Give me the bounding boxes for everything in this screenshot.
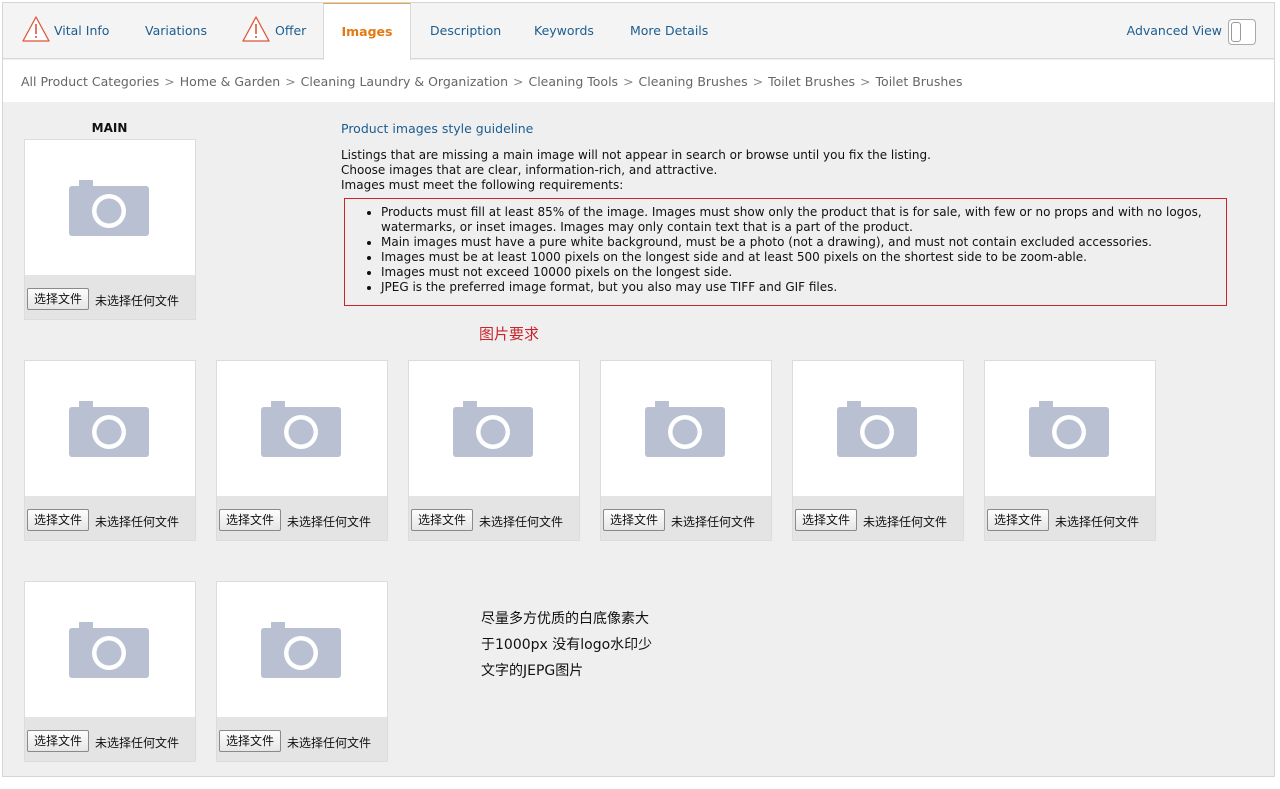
breadcrumb-item[interactable]: Cleaning Brushes xyxy=(639,74,748,89)
file-status-text: 未选择任何文件 xyxy=(1055,515,1140,529)
image-slot: 选择文件 未选择任何文件 xyxy=(216,360,388,541)
choose-file-button[interactable]: 选择文件 xyxy=(219,509,282,531)
requirement-item: Images must be at least 1000 pixels on t… xyxy=(381,250,1221,265)
main-image-slot: 选择文件 未选择任何文件 xyxy=(24,139,196,320)
requirement-item: JPEG is the preferred image format, but … xyxy=(381,280,1221,295)
choose-file-button[interactable]: 选择文件 xyxy=(411,509,474,531)
warning-triangle-icon xyxy=(242,16,270,42)
breadcrumb-item[interactable]: Home & Garden xyxy=(180,74,280,89)
requirements-box: Products must fill at least 85% of the i… xyxy=(344,198,1227,306)
file-status-text: 未选择任何文件 xyxy=(287,515,372,529)
image-slot: 选择文件 未选择任何文件 xyxy=(984,360,1156,541)
image-slot: 选择文件 未选择任何文件 xyxy=(792,360,964,541)
choose-file-button[interactable]: 选择文件 xyxy=(27,509,90,531)
breadcrumb-separator: > xyxy=(860,74,871,89)
image-slot: 选择文件 未选择任何文件 xyxy=(408,360,580,541)
guideline-line: Images must meet the following requireme… xyxy=(341,178,624,192)
image-requirements-annotation: 图片要求 xyxy=(479,325,540,343)
file-status-text: 未选择任何文件 xyxy=(95,736,180,750)
tab-images[interactable]: Images xyxy=(323,3,411,60)
image-preview xyxy=(217,361,387,496)
warning-triangle-icon xyxy=(22,16,50,42)
breadcrumb-item[interactable]: Cleaning Tools xyxy=(528,74,618,89)
file-status-text: 未选择任何文件 xyxy=(671,515,756,529)
tab-keywords[interactable]: Keywords xyxy=(534,3,594,59)
breadcrumb-item[interactable]: Cleaning Laundry & Organization xyxy=(301,74,508,89)
image-slot: 选择文件 未选择任何文件 xyxy=(216,581,388,762)
tab-offer[interactable]: Offer xyxy=(275,3,306,59)
requirements-list: Products must fill at least 85% of the i… xyxy=(381,205,1221,295)
image-preview xyxy=(793,361,963,496)
tab-bar: Vital Info Variations Offer Images Descr… xyxy=(3,3,1274,60)
tab-more-details[interactable]: More Details xyxy=(630,3,708,59)
guideline-line: Listings that are missing a main image w… xyxy=(341,148,931,162)
camera-icon xyxy=(453,401,533,457)
guideline-text: Listings that are missing a main image w… xyxy=(341,148,931,193)
breadcrumb-separator: > xyxy=(752,74,764,89)
camera-icon xyxy=(69,401,149,457)
image-preview xyxy=(25,582,195,717)
listing-editor: Vital Info Variations Offer Images Descr… xyxy=(2,2,1275,777)
tip-line: 尽量多方优质的白底像素大 xyxy=(481,611,649,627)
toggle-knob xyxy=(1231,22,1241,42)
breadcrumb-item: Toilet Brushes xyxy=(875,74,963,89)
file-status-text: 未选择任何文件 xyxy=(287,736,372,750)
file-status-text: 未选择任何文件 xyxy=(95,294,180,308)
breadcrumb-separator: > xyxy=(285,74,296,89)
image-preview xyxy=(25,361,195,496)
style-guideline-link[interactable]: Product images style guideline xyxy=(341,121,533,136)
choose-file-button[interactable]: 选择文件 xyxy=(27,730,90,752)
choose-file-button[interactable]: 选择文件 xyxy=(795,509,858,531)
choose-file-button[interactable]: 选择文件 xyxy=(27,288,90,310)
guideline-line: Choose images that are clear, informatio… xyxy=(341,163,718,177)
camera-icon xyxy=(837,401,917,457)
tip-line: 文字的JEPG图片 xyxy=(481,663,584,679)
image-slot: 选择文件 未选择任何文件 xyxy=(24,581,196,762)
tab-description[interactable]: Description xyxy=(430,3,501,59)
image-preview xyxy=(409,361,579,496)
requirement-item: Products must fill at least 85% of the i… xyxy=(381,205,1221,235)
camera-icon xyxy=(69,180,149,236)
camera-icon xyxy=(1029,401,1109,457)
choose-file-button[interactable]: 选择文件 xyxy=(219,730,282,752)
camera-icon xyxy=(645,401,725,457)
breadcrumb-separator: > xyxy=(513,74,524,89)
image-preview xyxy=(985,361,1155,496)
tip-line: 于1000px 没有logo水印少 xyxy=(481,637,653,653)
file-status-text: 未选择任何文件 xyxy=(479,515,564,529)
requirement-item: Main images must have a pure white backg… xyxy=(381,235,1221,250)
breadcrumb: All Product Categories > Home & Garden > Cle… xyxy=(21,74,962,89)
image-preview xyxy=(217,582,387,717)
breadcrumb-bar: All Product Categories > Home & Garden > Cle… xyxy=(3,60,1274,102)
choose-file-button[interactable]: 选择文件 xyxy=(987,509,1050,531)
image-tip-annotation: 尽量多方优质的白底像素大 于1000px 没有logo水印少 文字的JEPG图片 xyxy=(481,606,681,684)
breadcrumb-item[interactable]: Toilet Brushes xyxy=(768,74,855,89)
advanced-view-toggle[interactable] xyxy=(1228,19,1256,45)
image-preview xyxy=(25,140,195,275)
tab-variations[interactable]: Variations xyxy=(145,3,207,59)
tab-vital-info[interactable]: Vital Info xyxy=(54,3,109,59)
advanced-view-label: Advanced View xyxy=(1126,23,1222,38)
choose-file-button[interactable]: 选择文件 xyxy=(603,509,666,531)
file-status-text: 未选择任何文件 xyxy=(95,515,180,529)
image-slot: 选择文件 未选择任何文件 xyxy=(24,360,196,541)
camera-icon xyxy=(261,401,341,457)
file-status-text: 未选择任何文件 xyxy=(863,515,948,529)
image-preview xyxy=(601,361,771,496)
camera-icon xyxy=(261,622,341,678)
main-image-label: MAIN xyxy=(91,121,128,135)
breadcrumb-separator: > xyxy=(164,74,175,89)
requirement-item: Images must not exceed 10000 pixels on t… xyxy=(381,265,1221,280)
breadcrumb-item[interactable]: All Product Categories xyxy=(21,74,159,89)
breadcrumb-separator: > xyxy=(623,74,634,89)
camera-icon xyxy=(69,622,149,678)
image-slot: 选择文件 未选择任何文件 xyxy=(600,360,772,541)
